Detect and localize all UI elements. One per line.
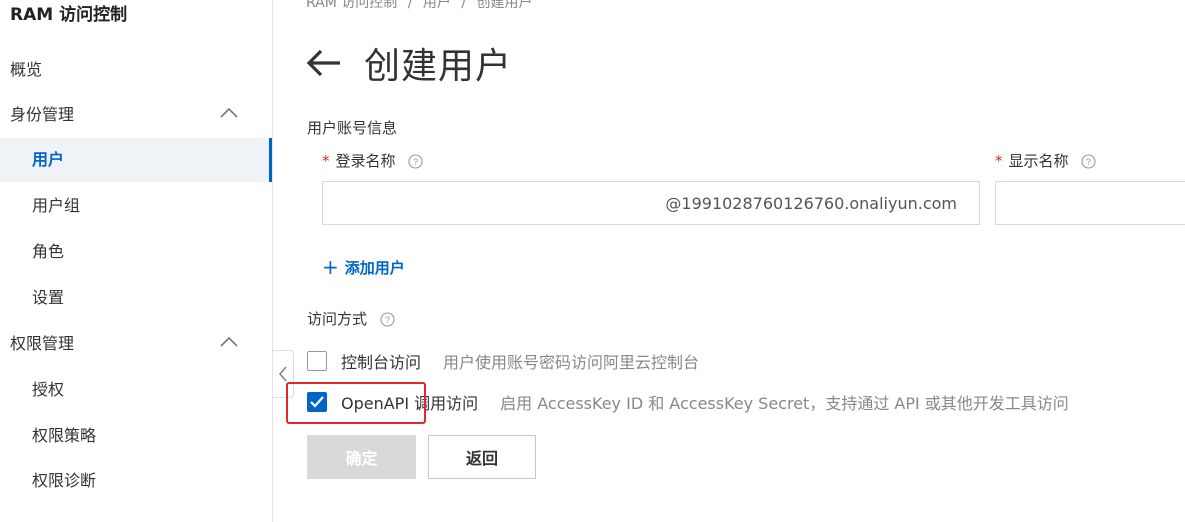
breadcrumb-item[interactable]: 用户 — [423, 0, 451, 11]
console-access-option[interactable]: 控制台访问 用户使用账号密码访问阿里云控制台 — [307, 349, 699, 373]
add-user-label: 添加用户 — [344, 258, 405, 277]
display-name-label: * 显示名称 ? — [995, 150, 1096, 171]
svg-text:?: ? — [1086, 157, 1091, 167]
section-title-account: 用户账号信息 — [307, 119, 398, 137]
app-title: RAM 访问控制 — [10, 5, 128, 25]
display-name-input[interactable] — [995, 181, 1185, 225]
access-method-label-text: 访问方式 — [307, 310, 368, 328]
sidebar-item-label: 权限策略 — [32, 426, 97, 445]
help-icon[interactable]: ? — [408, 154, 423, 169]
console-access-description: 用户使用账号密码访问阿里云控制台 — [443, 353, 700, 372]
display-name-label-text: 显示名称 — [1008, 152, 1069, 170]
sidebar-item-settings[interactable]: 设置 — [0, 276, 272, 320]
sidebar-item-overview[interactable]: 概览 — [0, 48, 272, 92]
sidebar-item-roles[interactable]: 角色 — [0, 230, 272, 274]
sidebar-group-label: 权限管理 — [10, 334, 75, 353]
breadcrumb: RAM 访问控制 / 用户 / 创建用户 — [306, 0, 539, 12]
sidebar-item-grants[interactable]: 授权 — [0, 368, 272, 412]
access-method-label: 访问方式 ? — [307, 308, 395, 329]
breadcrumb-item[interactable]: RAM 访问控制 — [306, 0, 397, 11]
plus-icon: + — [322, 255, 339, 279]
sidebar-item-label: 用户组 — [32, 196, 81, 215]
login-name-label: * 登录名称 ? — [322, 150, 423, 171]
sidebar-item-label: 权限诊断 — [32, 471, 97, 490]
breadcrumb-separator: / — [407, 0, 413, 11]
breadcrumb-item: 创建用户 — [476, 0, 533, 11]
confirm-button[interactable]: 确定 — [307, 435, 416, 479]
sidebar-item-label: 概览 — [10, 60, 43, 79]
sidebar-item-label: 授权 — [32, 380, 65, 399]
back-button[interactable]: 返回 — [428, 435, 536, 479]
chevron-left-icon — [278, 366, 287, 382]
sidebar-group-label: 身份管理 — [10, 105, 75, 124]
login-name-input[interactable]: @1991028760126760.onaliyun.com — [322, 181, 980, 225]
back-arrow-icon[interactable] — [306, 48, 342, 78]
sidebar-item-label: 角色 — [32, 242, 65, 261]
help-icon[interactable]: ? — [1081, 154, 1096, 169]
openapi-access-description: 启用 AccessKey ID 和 AccessKey Secret，支持通过 … — [500, 394, 1069, 413]
sidebar-item-user-groups[interactable]: 用户组 — [0, 184, 272, 228]
sidebar-group-identity[interactable]: 身份管理 — [0, 93, 272, 137]
console-access-checkbox[interactable] — [307, 351, 327, 371]
breadcrumb-separator: / — [461, 0, 467, 11]
required-mark: * — [995, 152, 1003, 170]
required-mark: * — [322, 152, 330, 170]
sidebar-item-diagnosis[interactable]: 权限诊断 — [0, 459, 272, 503]
sidebar-item-label: 用户 — [32, 150, 65, 169]
chevron-up-icon — [220, 322, 238, 347]
login-name-label-text: 登录名称 — [335, 152, 396, 170]
page-title: 创建用户 — [364, 46, 513, 87]
chevron-up-icon — [220, 93, 238, 118]
svg-text:?: ? — [385, 315, 390, 325]
console-access-label: 控制台访问 — [341, 353, 422, 372]
page-header: 创建用户 — [306, 38, 512, 88]
sidebar-item-users[interactable]: 用户 — [0, 138, 272, 182]
sidebar-group-permissions[interactable]: 权限管理 — [0, 322, 272, 366]
sidebar-item-policies[interactable]: 权限策略 — [0, 414, 272, 458]
svg-text:?: ? — [413, 157, 418, 167]
help-icon[interactable]: ? — [380, 312, 395, 327]
login-name-suffix: @1991028760126760.onaliyun.com — [665, 194, 957, 213]
sidebar-item-label: 设置 — [32, 288, 65, 307]
annotation-highlight-box — [286, 382, 426, 424]
sidebar: RAM 访问控制 概览 身份管理 用户 用户组 角色 设置 权限管理 授权 权限… — [0, 0, 273, 522]
add-user-button[interactable]: + 添加用户 — [322, 255, 405, 279]
